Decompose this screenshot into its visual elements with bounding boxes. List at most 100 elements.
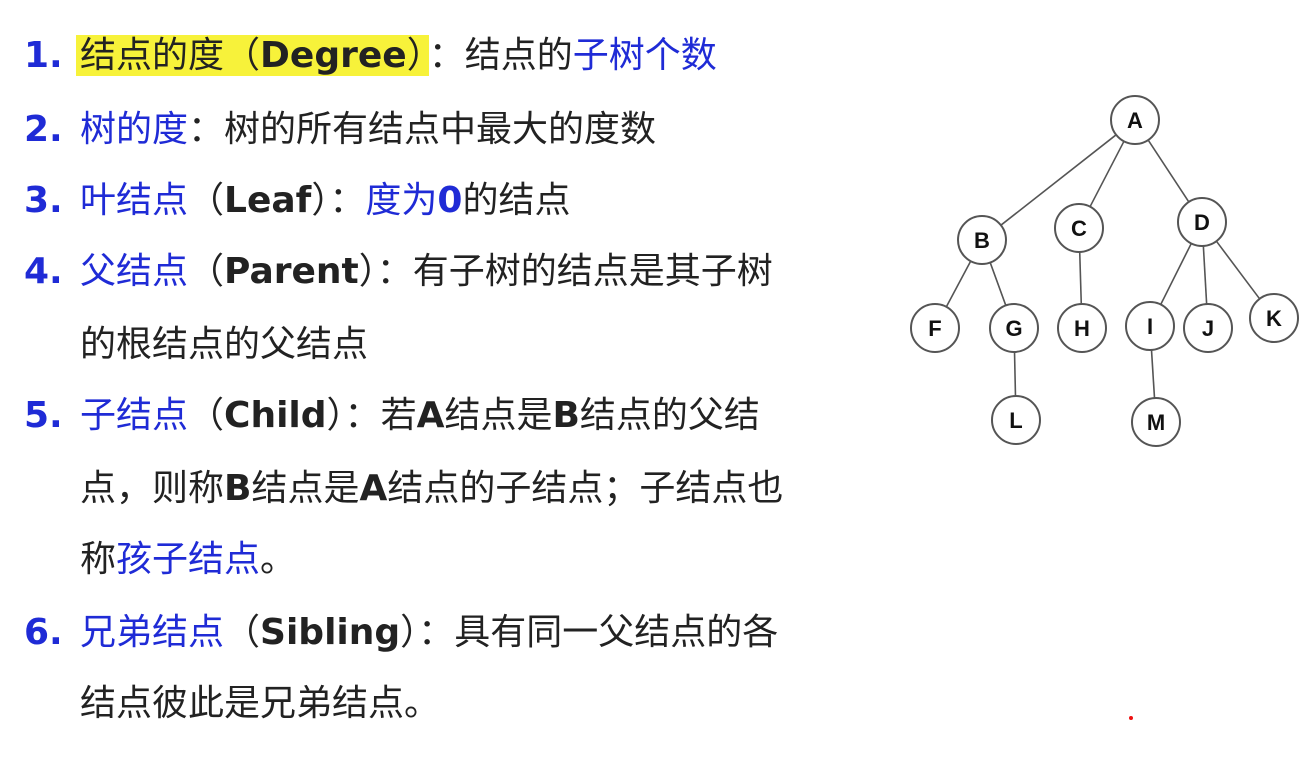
definition: 若	[380, 395, 417, 436]
definition: 称	[80, 539, 117, 580]
tree-edge-D-I	[1160, 243, 1192, 305]
english-term: Leaf	[224, 180, 312, 221]
node-label: B	[974, 228, 990, 253]
item-number: 6.	[24, 612, 63, 653]
node-ref: B	[552, 395, 580, 436]
node-ref: A	[359, 468, 388, 509]
definition-emphasis: 子树个数	[572, 35, 717, 76]
item-4-continuation: 的根结点的父结点	[80, 322, 368, 368]
definition: 结点的父结	[579, 395, 760, 436]
definition-emphasis: 孩子结点	[116, 539, 261, 580]
tree-node-L: L	[991, 395, 1041, 445]
paren-close: ）	[311, 180, 330, 221]
tree-edge-D-K	[1215, 240, 1261, 300]
paren-close: ）	[326, 395, 345, 436]
node-label: H	[1074, 316, 1090, 341]
term: 父结点	[80, 251, 189, 292]
tree-edge-D-J	[1202, 245, 1208, 305]
colon: ：	[376, 251, 413, 292]
definition: 有子树的结点是其子树	[412, 251, 773, 292]
tree-node-D: D	[1177, 197, 1227, 247]
tree-node-C: C	[1054, 203, 1104, 253]
item-5: 5. 子结点（Child）：若A结点是B结点的父结	[24, 393, 760, 439]
highlighted-term: 结点的度（Degree）	[76, 35, 429, 76]
definition: 结点彼此是兄弟结点。	[80, 683, 441, 724]
definition: 点，则称	[80, 468, 225, 509]
tree-edge-B-G	[989, 262, 1007, 306]
item-5-continuation-1: 点，则称B结点是A结点的子结点；子结点也	[80, 466, 783, 512]
english-term: Sibling	[260, 612, 401, 653]
node-label: K	[1266, 306, 1282, 331]
english-term: Degree	[260, 35, 407, 76]
node-label: G	[1005, 316, 1022, 341]
definition: 树的所有结点中最大的度数	[224, 109, 657, 150]
english-term: Child	[224, 395, 327, 436]
item-number: 1.	[24, 35, 63, 76]
colon: ：	[329, 180, 366, 221]
definition: 的结点	[462, 180, 571, 221]
tree-diagram: A B C D F G H I J K L M	[910, 95, 1299, 447]
tree-node-J: J	[1183, 303, 1233, 353]
definition: 结点是	[444, 395, 553, 436]
definition: 结点的	[464, 35, 573, 76]
item-number: 5.	[24, 395, 63, 436]
tree-edge-I-M	[1150, 349, 1156, 399]
definition: 结点的子结点；子结点也	[387, 468, 784, 509]
item-number: 2.	[24, 109, 63, 150]
paren-open: （	[188, 395, 225, 436]
tree-node-A: A	[1110, 95, 1160, 145]
tree-edge-G-L	[1013, 351, 1017, 397]
colon: ：	[188, 109, 225, 150]
definition: 。	[260, 539, 297, 580]
item-2: 2. 树的度：树的所有结点中最大的度数	[24, 107, 656, 153]
node-label: A	[1127, 108, 1143, 133]
tree-node-M: M	[1131, 397, 1181, 447]
node-label: M	[1147, 410, 1165, 435]
term: 叶结点	[80, 180, 189, 221]
term: 树的度	[80, 109, 189, 150]
pointer-dot	[1129, 716, 1133, 720]
definition-number: 0	[437, 180, 463, 221]
paren-close: ）	[400, 612, 419, 653]
tree-edge-C-H	[1078, 251, 1083, 305]
node-label: J	[1202, 316, 1214, 341]
tree-node-F: F	[910, 303, 960, 353]
item-3: 3. 叶结点（Leaf）：度为0的结点	[24, 178, 570, 224]
item-number: 4.	[24, 251, 63, 292]
tree-node-I: I	[1125, 301, 1175, 351]
tree-edge-A-B	[1000, 134, 1117, 226]
slide: 1. 结点的度（Degree） ：结点的子树个数 2. 树的度：树的所有结点中最大的度…	[0, 0, 1311, 758]
item-number: 3.	[24, 180, 63, 221]
node-ref: A	[416, 395, 445, 436]
item-4: 4. 父结点（Parent）：有子树的结点是其子树	[24, 249, 773, 295]
tree-edge-A-D	[1147, 139, 1190, 203]
paren-open: （	[188, 251, 225, 292]
node-label: F	[928, 316, 941, 341]
tree-edge-B-F	[945, 260, 972, 308]
node-label: I	[1147, 314, 1153, 339]
item-5-continuation-2: 称孩子结点。	[80, 537, 296, 583]
paren-close: ）	[358, 251, 377, 292]
definition-emphasis: 度为	[365, 180, 438, 221]
node-label: C	[1071, 216, 1087, 241]
tree-node-G: G	[989, 303, 1039, 353]
paren-open: （	[188, 180, 225, 221]
term: 子结点	[80, 395, 189, 436]
node-ref: B	[224, 468, 252, 509]
node-label: D	[1194, 210, 1210, 235]
definition: 具有同一父结点的各	[454, 612, 779, 653]
colon: ：	[418, 612, 455, 653]
node-label: L	[1009, 408, 1022, 433]
english-term: Parent	[224, 251, 359, 292]
tree-node-H: H	[1057, 303, 1107, 353]
tree-node-B: B	[957, 215, 1007, 265]
item-1: 1. 结点的度（Degree） ：结点的子树个数	[24, 33, 717, 79]
tree-node-K: K	[1249, 293, 1299, 343]
paren-open: （	[224, 35, 261, 76]
definition: 结点是	[251, 468, 360, 509]
item-6-continuation: 结点彼此是兄弟结点。	[80, 681, 440, 727]
colon: ：	[344, 395, 381, 436]
item-6: 6. 兄弟结点（Sibling）：具有同一父结点的各	[24, 610, 778, 656]
paren-close: ）	[406, 35, 425, 76]
colon: ：	[428, 35, 465, 76]
